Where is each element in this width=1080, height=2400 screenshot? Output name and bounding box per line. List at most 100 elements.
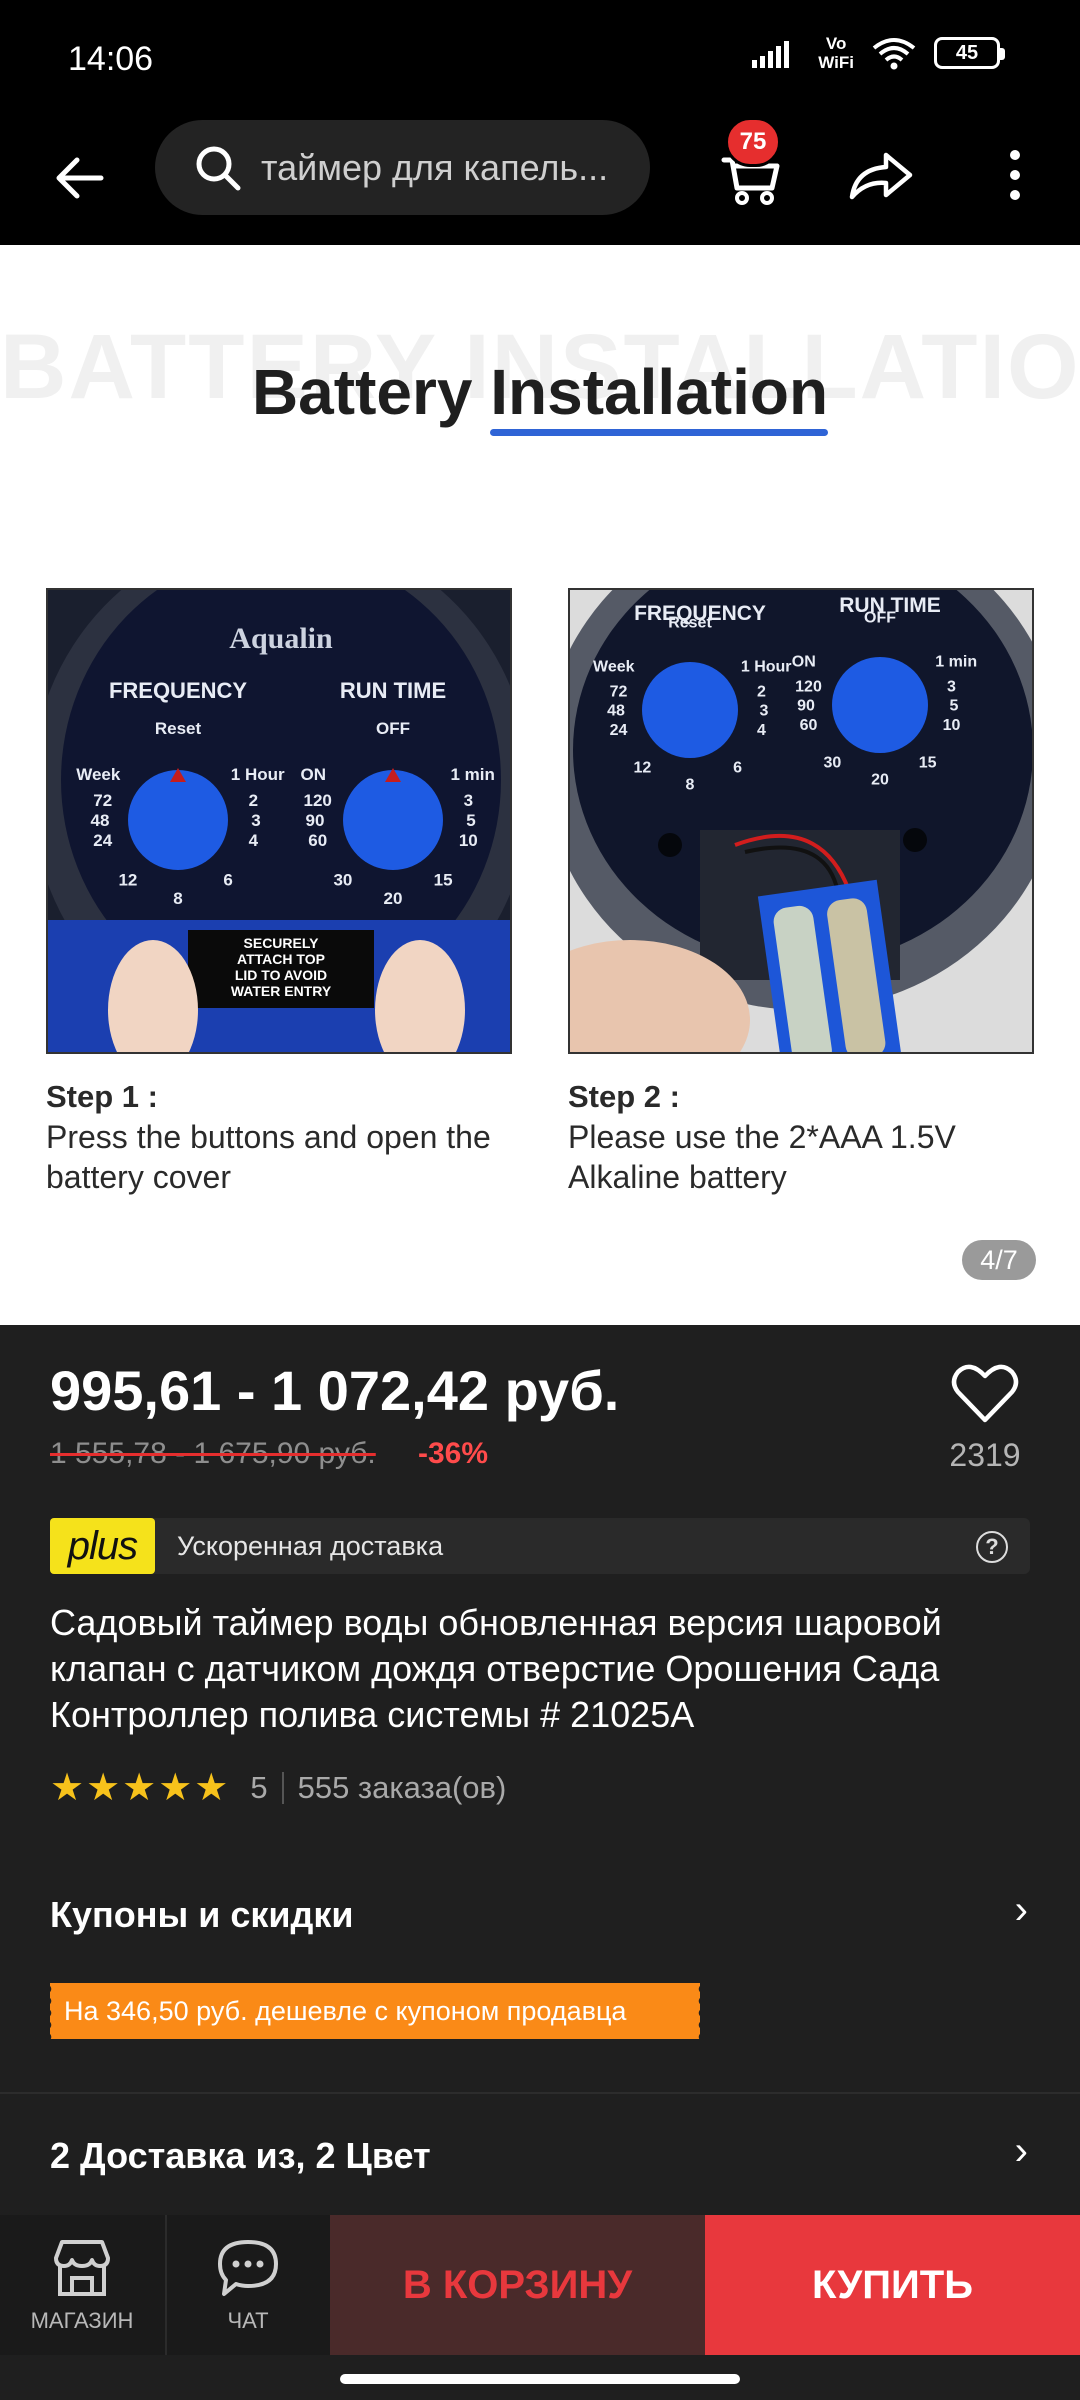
dial-label: 60 bbox=[800, 717, 818, 734]
status-icons: Vo WiFi 45 bbox=[752, 34, 1005, 72]
timer-photo-1: Aqualin FREQUENCY RUN TIME Week Reset 1 Ho… bbox=[48, 590, 510, 1052]
battery-icon: 45 bbox=[934, 37, 1005, 69]
dial-label: 2 bbox=[757, 683, 766, 700]
store-button[interactable]: МАГАЗИН bbox=[0, 2215, 164, 2355]
dial-label: 90 bbox=[797, 698, 815, 715]
frequency-dial bbox=[642, 662, 738, 758]
delivery-title: 2 Доставка из, 2 Цвет bbox=[50, 2135, 431, 2176]
dial-label: 3 bbox=[464, 791, 473, 810]
top-nav: таймер для капель... 75 bbox=[0, 117, 1080, 245]
back-button[interactable] bbox=[40, 138, 120, 218]
vowifi-line1: Vo bbox=[825, 34, 847, 53]
share-button[interactable] bbox=[840, 135, 920, 215]
run-time-dial bbox=[832, 657, 928, 753]
rating-separator bbox=[281, 1771, 284, 1804]
dial-label: 1 Hour bbox=[741, 659, 792, 676]
gallery-title-part2: Installation bbox=[490, 356, 829, 428]
dial-label: 2 bbox=[249, 791, 258, 810]
photo1-brand: Aqualin bbox=[229, 622, 333, 655]
orders-count: 555 заказа(ов) bbox=[297, 1769, 507, 1805]
plus-logo: plus bbox=[50, 1518, 155, 1574]
photo1-frequency: FREQUENCY bbox=[109, 678, 247, 703]
lid-notice-line: ATTACH TOP bbox=[237, 951, 325, 967]
dial-label: 4 bbox=[757, 722, 766, 739]
dial-label: 120 bbox=[795, 678, 822, 695]
rating-stars-icon: ★★★★★ bbox=[50, 1767, 231, 1809]
dial-label: 3 bbox=[251, 811, 260, 830]
dial-label: Week bbox=[76, 765, 121, 784]
dial-label: 20 bbox=[871, 772, 889, 789]
dial-label: 60 bbox=[308, 831, 327, 850]
dial-label: 15 bbox=[919, 754, 937, 771]
dial-label: 10 bbox=[943, 717, 961, 734]
dial-label: 20 bbox=[384, 889, 403, 908]
gallery-title-part1: Battery bbox=[251, 356, 473, 428]
product-gallery[interactable]: BATTERY INSTALLATION Battery Installatio… bbox=[0, 245, 1080, 1325]
coupons-title: Купоны и скидки bbox=[50, 1894, 354, 1935]
vowifi-line2: WiFi bbox=[818, 53, 854, 72]
status-time: 14:06 bbox=[68, 40, 154, 78]
dial-label: 6 bbox=[223, 871, 232, 890]
help-icon[interactable]: ? bbox=[976, 1531, 1008, 1563]
dial-label: 48 bbox=[91, 811, 110, 830]
dial-label: 12 bbox=[634, 759, 652, 776]
plus-delivery-banner[interactable]: plus Ускоренная доставка ? bbox=[50, 1518, 1030, 1574]
run-time-dial bbox=[343, 770, 443, 870]
add-to-cart-button[interactable]: В КОРЗИНУ bbox=[330, 2215, 705, 2355]
dial-label: 12 bbox=[118, 871, 137, 890]
dial-label: 24 bbox=[93, 831, 112, 850]
dial-label: OFF bbox=[376, 719, 410, 738]
status-bar: 14:06 Vo WiFi 45 bbox=[0, 0, 1080, 120]
dial-label: 10 bbox=[459, 831, 478, 850]
dial-label: 1 min bbox=[450, 765, 494, 784]
chevron-right-icon: › bbox=[1014, 1888, 1028, 1932]
battery-level: 45 bbox=[955, 41, 979, 64]
dial-label: ON bbox=[301, 765, 327, 784]
dial-label: Week bbox=[593, 659, 635, 676]
arrow-left-icon bbox=[56, 157, 104, 199]
favorites-count: 2319 bbox=[949, 1437, 1021, 1473]
vowifi-icon: Vo WiFi bbox=[818, 34, 854, 72]
dial-label: 24 bbox=[610, 722, 628, 739]
favorite-button[interactable] bbox=[950, 1362, 1020, 1426]
dial-label: 48 bbox=[607, 703, 625, 720]
step1-caption: Step 1 : Press the buttons and open the … bbox=[46, 1077, 516, 1197]
chevron-right-icon: › bbox=[1014, 2129, 1028, 2173]
rating-score: 5 bbox=[250, 1769, 268, 1805]
store-label: МАГАЗИН bbox=[30, 2308, 134, 2333]
dial-label: Reset bbox=[155, 719, 202, 738]
product-title: Садовый таймер воды обновленная версия ш… bbox=[50, 1602, 942, 1735]
dial-label: 3 bbox=[947, 678, 956, 695]
dial-label: 72 bbox=[93, 791, 112, 810]
dial-label: 1 Hour bbox=[231, 765, 285, 784]
search-bar[interactable]: таймер для капель... bbox=[155, 120, 650, 215]
dial-label: 3 bbox=[760, 703, 769, 720]
store-icon bbox=[54, 2240, 110, 2296]
delivery-variants-row[interactable]: 2 Доставка из, 2 Цвет › bbox=[0, 2115, 1080, 2195]
more-dot-icon bbox=[1010, 170, 1020, 180]
home-indicator[interactable] bbox=[340, 2374, 740, 2384]
chat-button[interactable]: ЧАТ bbox=[166, 2215, 330, 2355]
gallery-pager: 4/7 bbox=[962, 1240, 1036, 1280]
heart-icon bbox=[951, 1364, 1019, 1423]
more-dot-icon bbox=[1010, 190, 1020, 200]
more-dot-icon bbox=[1010, 150, 1020, 160]
chat-icon bbox=[218, 2240, 278, 2296]
buy-now-button[interactable]: КУПИТЬ bbox=[705, 2215, 1080, 2355]
coupon-tag[interactable]: На 346,50 руб. дешевле с купоном продавц… bbox=[47, 1983, 700, 2039]
gallery-photo-step1: Aqualin FREQUENCY RUN TIME Week Reset 1 Ho… bbox=[46, 588, 512, 1054]
search-icon bbox=[196, 146, 241, 190]
lid-notice-line: LID TO AVOID bbox=[235, 967, 327, 983]
bottom-action-bar: МАГАЗИН ЧАТ В КОРЗИНУ КУПИТЬ bbox=[0, 2215, 1080, 2355]
step2-caption: Step 2 : Please use the 2*AAA 1.5V Alkal… bbox=[568, 1077, 1038, 1197]
discount-badge: -36% bbox=[418, 1437, 489, 1470]
lid-notice-line: SECURELY bbox=[244, 935, 320, 951]
dial-label: OFF bbox=[864, 610, 896, 627]
search-query: таймер для капель... bbox=[261, 146, 609, 188]
wifi-icon bbox=[872, 38, 916, 70]
step2-heading: Step 2 : bbox=[568, 1079, 680, 1114]
rating-row[interactable]: ★★★★★ 5 555 заказа(ов) bbox=[50, 1765, 506, 1810]
coupons-row[interactable]: Купоны и скидки › bbox=[0, 1880, 1080, 1950]
more-options-button[interactable] bbox=[990, 135, 1040, 215]
dial-label: 1 min bbox=[935, 654, 977, 671]
